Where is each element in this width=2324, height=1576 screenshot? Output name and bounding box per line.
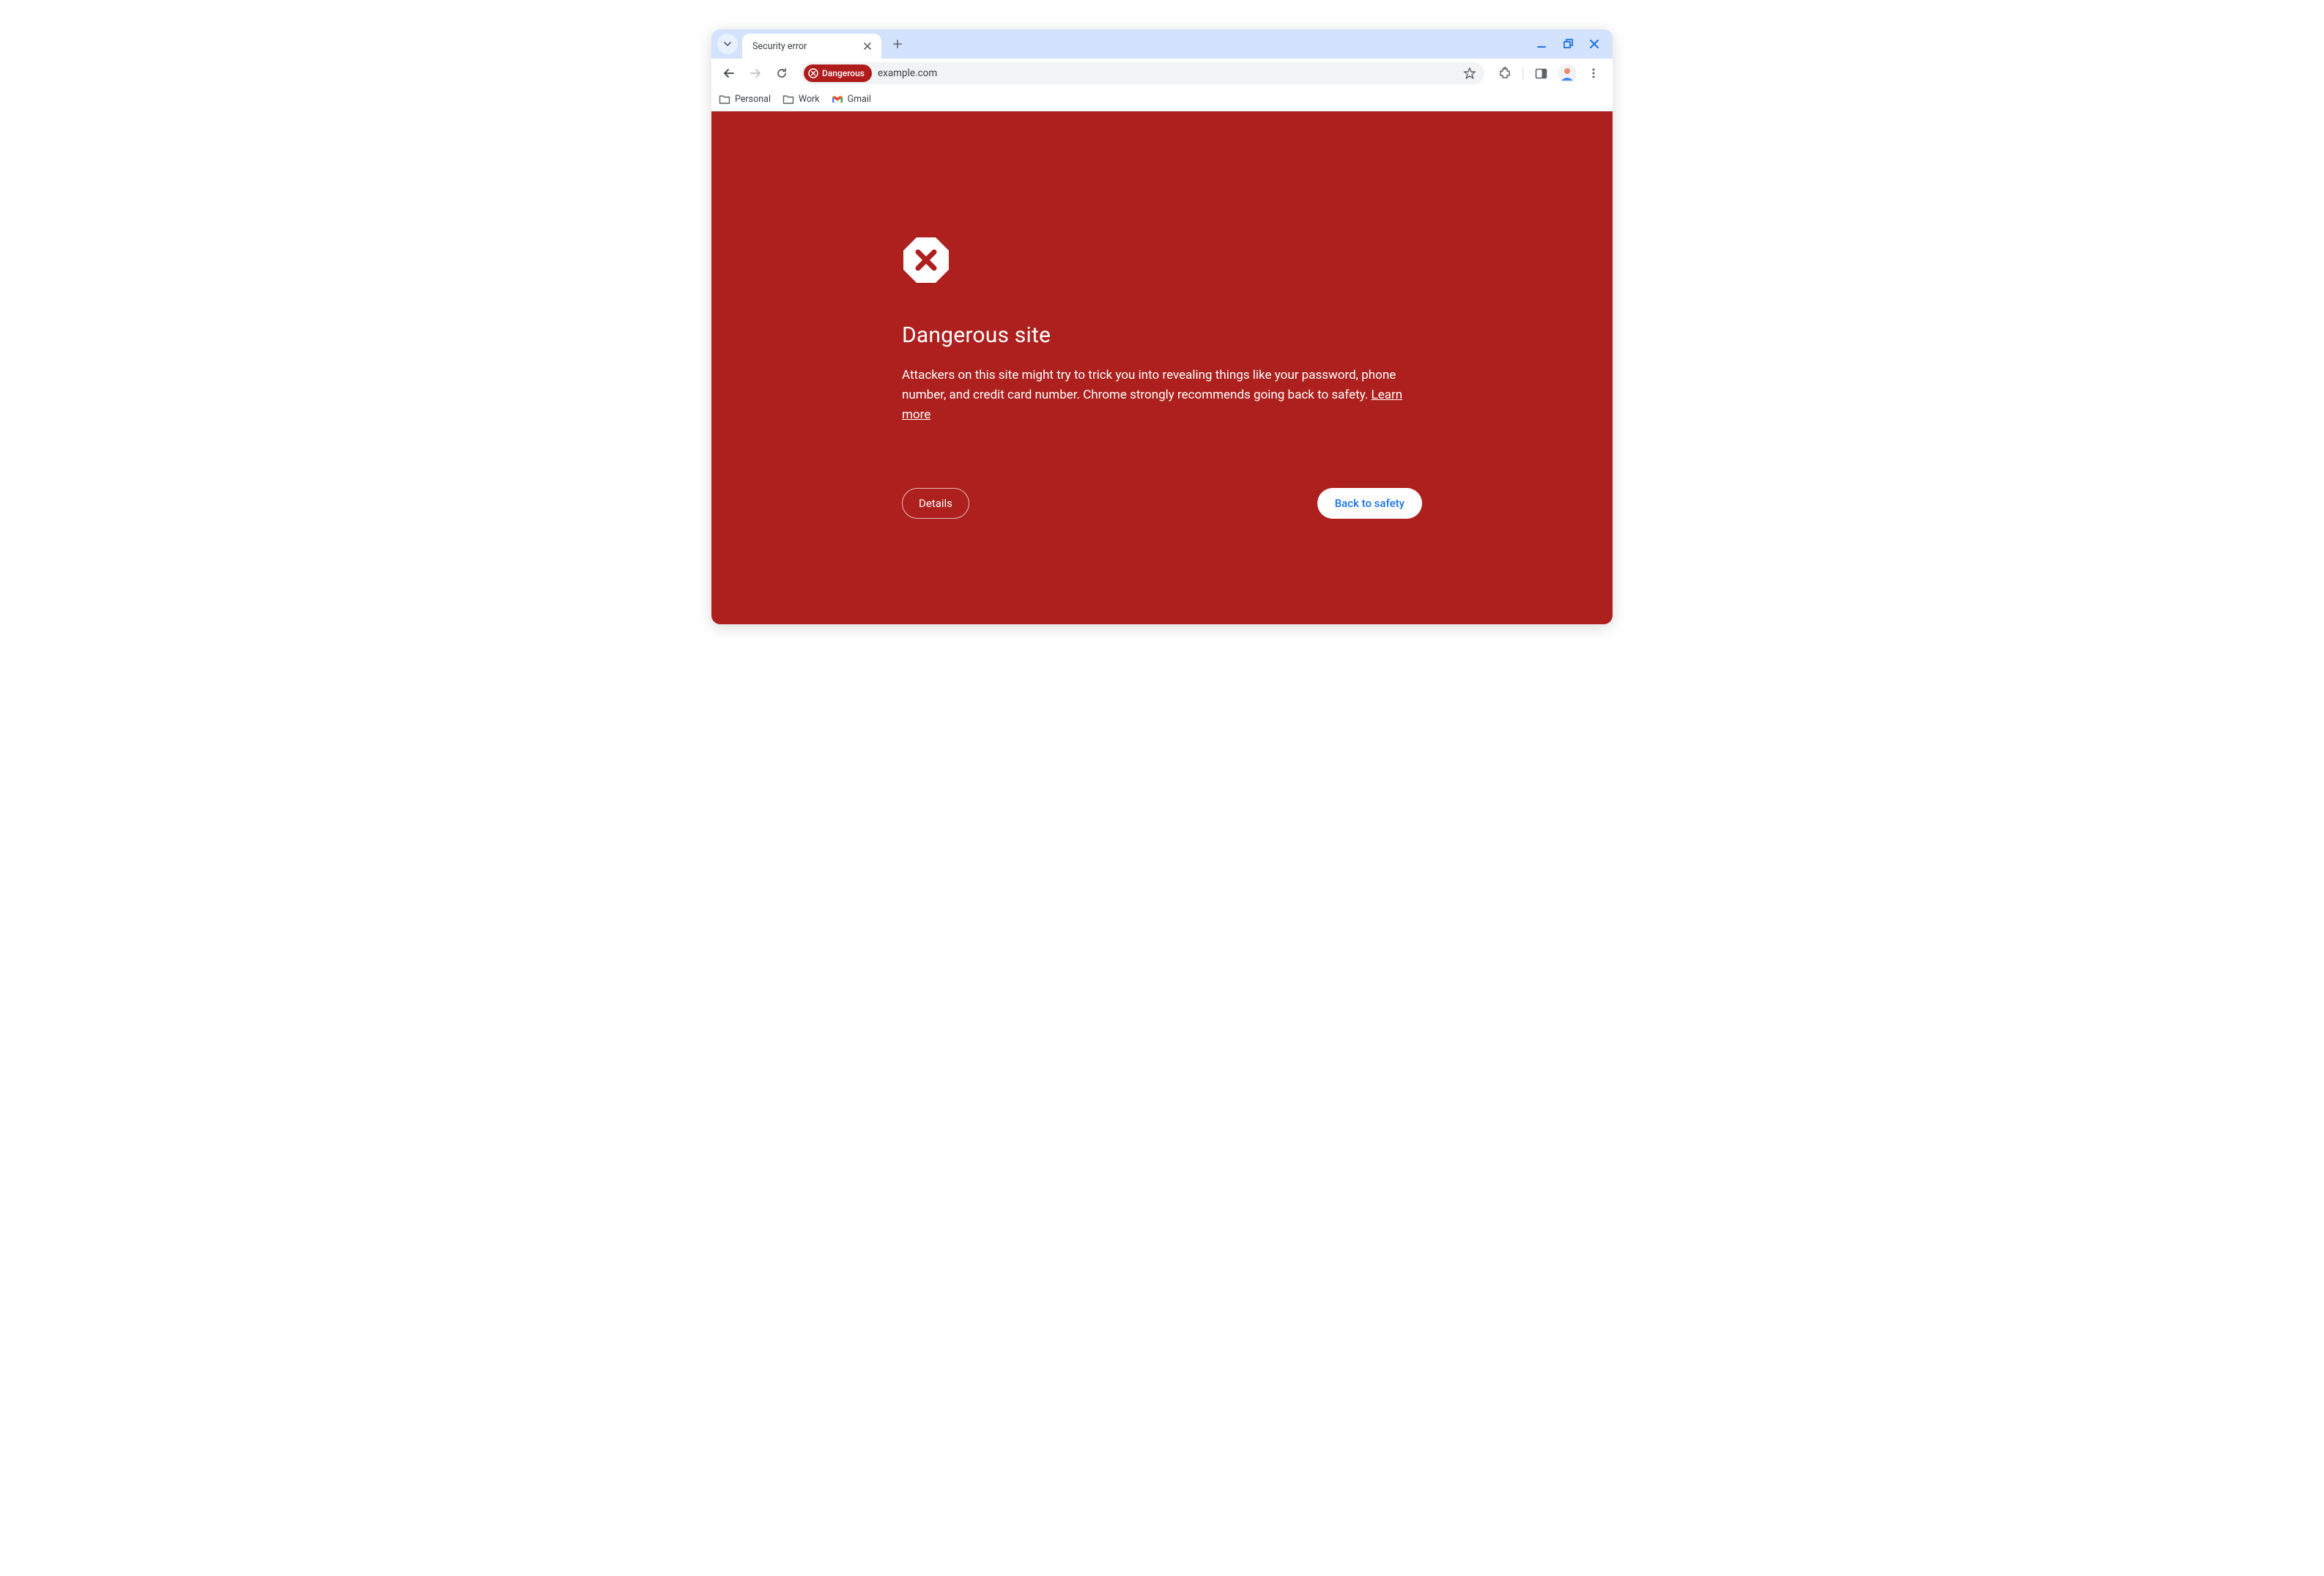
bookmark-label: Gmail [848, 94, 871, 105]
kebab-icon [1588, 67, 1599, 79]
plus-icon [892, 39, 903, 49]
side-panel-icon [1535, 67, 1547, 80]
chrome-menu-button[interactable] [1583, 63, 1604, 84]
close-window-button[interactable] [1588, 37, 1601, 51]
bookmark-label: Personal [735, 94, 771, 105]
browser-window: Security error [711, 29, 1613, 624]
folder-icon [719, 94, 730, 106]
extensions-button[interactable] [1495, 63, 1515, 84]
bookmark-gmail[interactable]: Gmail [832, 94, 871, 106]
page-content: Dangerous site Attackers on this site mi… [711, 111, 1613, 624]
arrow-right-icon [749, 67, 762, 80]
warning-title: Dangerous site [902, 322, 1422, 348]
forward-button[interactable] [744, 62, 767, 85]
danger-octagon-icon [902, 236, 950, 284]
star-icon [1463, 67, 1476, 80]
reload-icon [775, 67, 788, 80]
folder-icon [782, 94, 794, 106]
tab-title: Security error [752, 41, 861, 52]
bookmark-label: Work [799, 94, 820, 105]
profile-avatar[interactable] [1558, 64, 1576, 82]
chevron-down-icon [723, 40, 732, 48]
minimize-button[interactable] [1535, 37, 1548, 51]
bookmark-star-button[interactable] [1462, 66, 1477, 81]
toolbar-right [1492, 63, 1607, 84]
warning-body: Attackers on this site might try to tric… [902, 366, 1422, 426]
tab-close-button[interactable] [861, 40, 874, 53]
toolbar: Dangerous example.com [711, 59, 1613, 88]
details-button[interactable]: Details [902, 488, 969, 519]
toolbar-divider [1522, 67, 1523, 80]
bookmark-folder-work[interactable]: Work [782, 94, 820, 106]
extensions-icon [1498, 67, 1511, 80]
gmail-icon [832, 94, 843, 106]
security-chip[interactable]: Dangerous [804, 64, 872, 82]
reload-button[interactable] [770, 62, 793, 85]
address-bar[interactable]: Dangerous example.com [801, 62, 1484, 84]
back-button[interactable] [717, 62, 741, 85]
arrow-left-icon [722, 67, 736, 80]
button-row: Details Back to safety [902, 488, 1422, 519]
tab-strip: Security error [711, 29, 1613, 59]
back-to-safety-button[interactable]: Back to safety [1317, 488, 1422, 519]
search-tabs-button[interactable] [717, 34, 738, 54]
minimize-icon [1536, 39, 1547, 49]
maximize-button[interactable] [1561, 37, 1574, 51]
window-controls [1535, 37, 1607, 51]
danger-chip-icon [808, 68, 818, 78]
close-icon [864, 42, 871, 50]
maximize-icon [1563, 39, 1573, 49]
new-tab-button[interactable] [887, 34, 908, 54]
avatar-icon [1558, 64, 1576, 82]
bookmark-folder-personal[interactable]: Personal [719, 94, 771, 106]
warning-body-text: Attackers on this site might try to tric… [902, 368, 1396, 402]
url-text: example.com [878, 67, 1457, 79]
security-chip-label: Dangerous [822, 68, 865, 78]
side-panel-button[interactable] [1531, 63, 1551, 84]
close-icon [1589, 39, 1599, 49]
bookmarks-bar: Personal Work Gmail [711, 88, 1613, 111]
warning-container: Dangerous site Attackers on this site mi… [887, 236, 1437, 519]
active-tab[interactable]: Security error [742, 34, 881, 59]
